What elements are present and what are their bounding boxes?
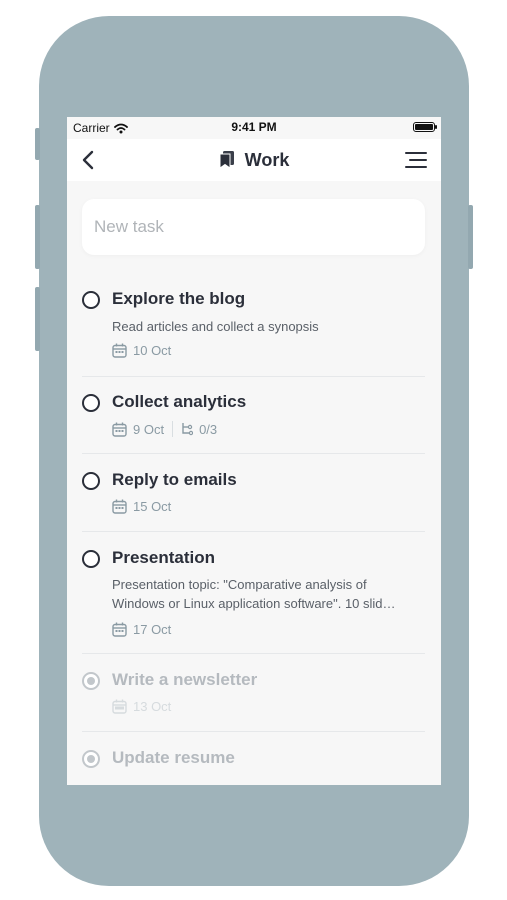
task-due-date: 17 Oct	[133, 622, 172, 637]
task-description-line: Windows or Linux application software". …	[112, 596, 396, 611]
status-time: 9:41 PM	[231, 120, 277, 134]
page-title: Work	[244, 149, 290, 170]
phone-side-button-volume-up	[35, 205, 40, 269]
task-subtask-count: 0/3	[199, 421, 218, 437]
phone-side-button-volume-down	[35, 287, 40, 351]
calendar-icon	[112, 499, 127, 514]
battery-icon	[413, 122, 437, 132]
calendar-icon	[112, 699, 127, 714]
task-item[interactable]: Collect analytics 9 Oct 0/3	[82, 390, 425, 455]
divider	[82, 531, 425, 532]
task-item[interactable]: Reply to emails 15 Oct	[82, 468, 425, 533]
subtasks-icon	[182, 423, 194, 436]
phone-side-button-power	[468, 205, 473, 269]
divider	[82, 453, 425, 454]
task-description: Read articles and collect a synopsis	[112, 319, 319, 334]
task-meta: 13 Oct	[112, 699, 171, 714]
divider	[82, 731, 425, 732]
task-title: Presentation	[112, 548, 215, 567]
task-meta: 10 Oct	[112, 343, 171, 358]
task-checkbox-checked[interactable]	[82, 672, 100, 690]
bookmark-icon	[219, 151, 234, 169]
list-title-group: Work	[67, 139, 441, 181]
task-description: Presentation topic: "Comparative analysi…	[112, 575, 425, 613]
menu-button[interactable]	[403, 147, 429, 173]
calendar-icon	[112, 343, 127, 358]
task-title: Reply to emails	[112, 470, 237, 489]
divider	[82, 653, 425, 654]
task-checkbox[interactable]	[82, 291, 100, 309]
task-item-completed[interactable]: Update resume	[82, 746, 425, 782]
task-checkbox[interactable]	[82, 472, 100, 490]
task-title: Explore the blog	[112, 289, 246, 308]
navigation-bar: Work	[67, 139, 441, 181]
task-meta: 17 Oct	[112, 622, 171, 637]
task-item[interactable]: Explore the blog Read articles and colle…	[82, 287, 425, 377]
phone-side-button-mute	[35, 128, 40, 160]
task-meta: 15 Oct	[112, 499, 171, 514]
calendar-icon	[112, 422, 127, 437]
task-due-date: 13 Oct	[133, 699, 172, 714]
new-task-field-container	[82, 199, 425, 255]
task-checkbox[interactable]	[82, 394, 100, 412]
task-due-date: 9 Oct	[133, 421, 165, 437]
new-task-input[interactable]	[82, 199, 425, 255]
task-checkbox-checked[interactable]	[82, 750, 100, 768]
task-item[interactable]: Presentation Presentation topic: "Compar…	[82, 546, 425, 654]
app-screen: Carrier 9:41 PM Work New task Explore th…	[67, 117, 441, 785]
task-due-date: 15 Oct	[133, 499, 172, 514]
task-checkbox[interactable]	[82, 550, 100, 568]
task-title: Update resume	[112, 748, 235, 767]
task-description-line: Presentation topic: "Comparative analysi…	[112, 577, 367, 592]
calendar-icon	[112, 622, 127, 637]
task-meta: 9 Oct 0/3	[112, 421, 217, 437]
task-title: Collect analytics	[112, 392, 247, 411]
status-bar: Carrier 9:41 PM	[67, 117, 441, 139]
task-item-completed[interactable]: Write a newsletter 13 Oct	[82, 668, 425, 733]
task-title: Write a newsletter	[112, 670, 258, 689]
meta-separator	[172, 421, 174, 437]
divider	[82, 376, 425, 377]
menu-icon	[405, 152, 427, 168]
task-due-date: 10 Oct	[133, 343, 172, 358]
